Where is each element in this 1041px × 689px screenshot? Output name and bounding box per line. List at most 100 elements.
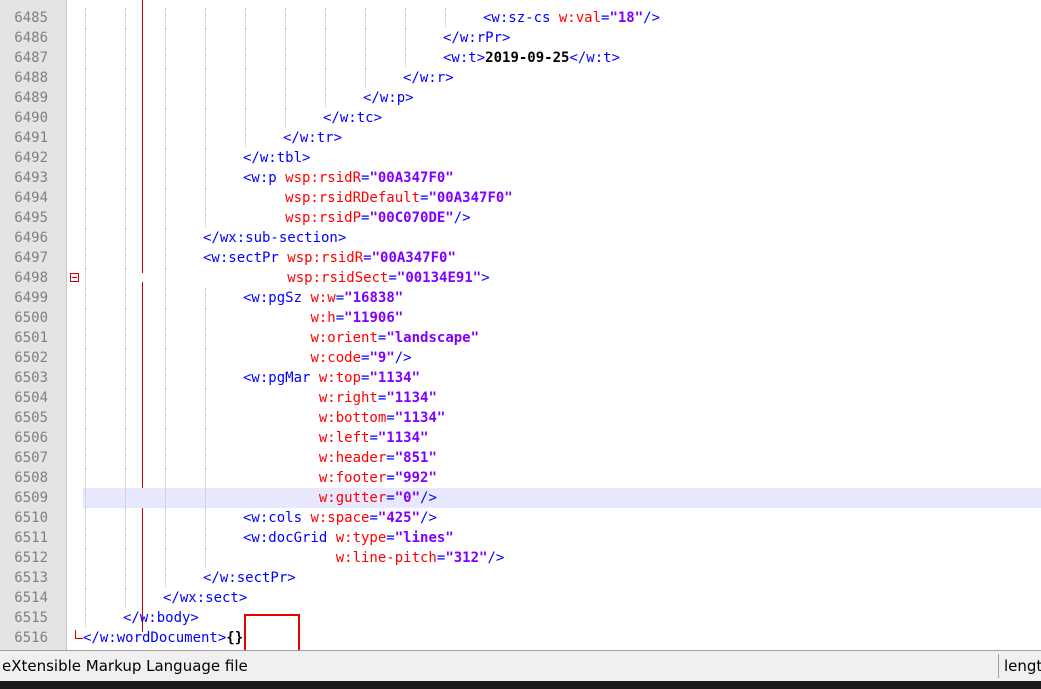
indent-guide (85, 588, 86, 608)
indent-guide (125, 368, 126, 388)
line-number: 6503 (14, 370, 48, 386)
token-tag: = (386, 410, 395, 426)
code-line[interactable]: 6512 w:line-pitch="312"/> (0, 548, 1041, 568)
indent-guide (165, 8, 166, 28)
taskbar-strip (0, 681, 1041, 689)
code-line[interactable]: 6494 wsp:rsidRDefault="00A347F0" (0, 188, 1041, 208)
code-line[interactable]: 6514 </wx:sect> (0, 588, 1041, 608)
code-line[interactable]: 6492 </w:tbl> (0, 148, 1041, 168)
code-text: <w:sz-cs w:val="18"/> (483, 8, 660, 28)
code-line[interactable]: 6509 w:gutter="0"/> (0, 488, 1041, 508)
indent-guide (85, 428, 86, 448)
indent-guide (245, 128, 246, 148)
indent-guide (165, 448, 166, 468)
code-line[interactable]: 6501 w:orient="landscape" (0, 328, 1041, 348)
code-line[interactable]: 6499 <w:pgSz w:w="16838" (0, 288, 1041, 308)
line-number: 6512 (14, 550, 48, 566)
code-line[interactable]: 6496 </wx:sub-section> (0, 228, 1041, 248)
token-tag: = (386, 490, 395, 506)
indent-guide (85, 568, 86, 588)
indent-guide (125, 548, 126, 568)
code-line[interactable]: 6488 </w:r> (0, 68, 1041, 88)
code-line[interactable]: 6506 w:left="1134" (0, 428, 1041, 448)
code-text: w:gutter="0"/> (319, 488, 437, 508)
indent-guide (165, 308, 166, 328)
indent-guide (125, 148, 126, 168)
code-line[interactable]: 6504 w:right="1134" (0, 388, 1041, 408)
indent-guide (125, 328, 126, 348)
indent-guide (165, 568, 166, 588)
code-line[interactable]: 6498 wsp:rsidSect="00134E91"> (0, 268, 1041, 288)
token-attr: wsp:rsidSect (287, 270, 389, 286)
indent-guide (285, 48, 286, 68)
line-number: 6499 (14, 290, 48, 306)
code-line[interactable]: 6513 </w:sectPr> (0, 568, 1041, 588)
line-number: 6492 (14, 150, 48, 166)
code-line[interactable]: 6516 </w:wordDocument>{} (0, 628, 1041, 648)
token-tag: /> (394, 350, 412, 366)
token-tag: </w:tbl> (243, 150, 311, 166)
line-number: 6515 (14, 610, 48, 626)
annotation-highlight-box (244, 614, 300, 650)
indent-guide (325, 68, 326, 88)
code-line[interactable]: 6507 w:header="851" (0, 448, 1041, 468)
indent-guide (125, 128, 126, 148)
indent-guide (125, 288, 126, 308)
indent-guide (165, 368, 166, 388)
indent-guide (285, 108, 286, 128)
code-line[interactable]: 6490 </w:tc> (0, 108, 1041, 128)
token-tag: <w:cols (243, 510, 311, 526)
indent-guide (165, 208, 166, 228)
indent-guide (85, 108, 86, 128)
indent-guide (125, 348, 126, 368)
line-number: 6500 (14, 310, 48, 326)
indent-guide (365, 8, 366, 28)
token-val: "1134" (394, 410, 446, 426)
indent-guide (85, 548, 86, 568)
code-line[interactable]: 6511 <w:docGrid w:type="lines" (0, 528, 1041, 548)
code-line[interactable]: 6503 <w:pgMar w:top="1134" (0, 368, 1041, 388)
line-number: 6506 (14, 430, 48, 446)
code-line[interactable]: 6491 </w:tr> (0, 128, 1041, 148)
token-tag: </w:tc> (323, 110, 383, 126)
indent-guide (125, 8, 126, 28)
code-line[interactable]: 6485 <w:sz-cs w:val="18"/> (0, 8, 1041, 28)
indent-guide (165, 28, 166, 48)
code-line[interactable]: 6495 wsp:rsidP="00C070DE"/> (0, 208, 1041, 228)
code-editor[interactable]: 6485 <w:sz-cs w:val="18"/> 6486 </w:rPr> 648… (0, 0, 1041, 650)
line-number: 6508 (14, 470, 48, 486)
code-line[interactable]: 6500 w:h="11906" (0, 308, 1041, 328)
indent-guide (85, 308, 86, 328)
indent-guide (165, 168, 166, 188)
indent-guide (125, 308, 126, 328)
token-attr: w:code (310, 350, 362, 366)
code-line[interactable]: 6487 <w:t>2019-09-25</w:t> (0, 48, 1041, 68)
token-attr: w:footer (318, 470, 387, 486)
code-line[interactable]: 6502 w:code="9"/> (0, 348, 1041, 368)
code-line[interactable]: 6489 </w:p> (0, 88, 1041, 108)
code-line[interactable]: 6486 </w:rPr> (0, 28, 1041, 48)
token-val: "00A347F0" (369, 170, 454, 186)
line-number: 6494 (14, 190, 48, 206)
code-line[interactable]: 6508 w:footer="992" (0, 468, 1041, 488)
token-attr: w:line-pitch (335, 550, 437, 566)
indent-guide (125, 588, 126, 608)
line-number: 6511 (14, 530, 48, 546)
token-tag: = (335, 310, 345, 326)
fold-collapse-icon[interactable] (70, 273, 79, 282)
token-attr: w:gutter (318, 490, 387, 506)
code-line[interactable]: 6515 </w:body> (0, 608, 1041, 628)
token-attr: w:space (310, 510, 370, 526)
code-line[interactable]: 6510 <w:cols w:space="425"/> (0, 508, 1041, 528)
code-text: w:bottom="1134" (319, 408, 445, 428)
indent-guide (165, 528, 166, 548)
indent-guide (325, 48, 326, 68)
indent-guide (85, 288, 86, 308)
code-line[interactable]: 6505 w:bottom="1134" (0, 408, 1041, 428)
indent-guide (205, 448, 206, 468)
indent-guide (85, 68, 86, 88)
code-line[interactable]: 6493 <w:p wsp:rsidR="00A347F0" (0, 168, 1041, 188)
code-text: </w:sectPr> (203, 568, 296, 588)
code-line[interactable]: 6497 <w:sectPr wsp:rsidR="00A347F0" (0, 248, 1041, 268)
indent-guide (205, 348, 206, 368)
